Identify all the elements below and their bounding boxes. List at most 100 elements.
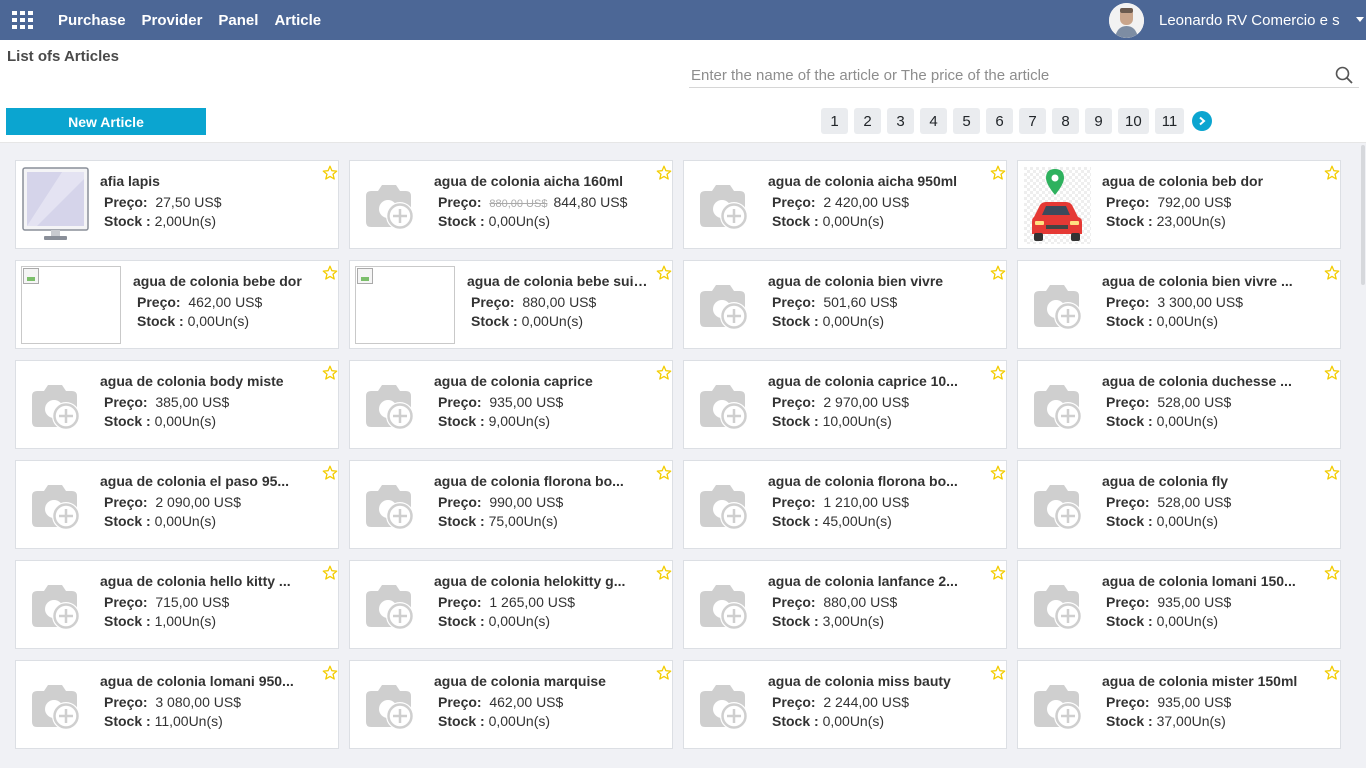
avatar[interactable] xyxy=(1109,2,1144,38)
menu-panel[interactable]: Panel xyxy=(218,12,258,29)
page-8[interactable]: 8 xyxy=(1052,108,1079,134)
price-label: Preço: xyxy=(772,594,816,610)
article-card[interactable]: agua de colonia bebe suice... Preço: 880,… xyxy=(349,260,673,349)
star-icon[interactable] xyxy=(656,165,672,181)
article-card[interactable]: agua de colonia florona bo... Preço: 1 21… xyxy=(683,460,1007,549)
article-card[interactable]: agua de colonia body miste Preço: 385,00 … xyxy=(15,360,339,449)
page-7[interactable]: 7 xyxy=(1019,108,1046,134)
stock-label: Stock : xyxy=(471,313,518,329)
page-10[interactable]: 10 xyxy=(1118,108,1149,134)
article-card[interactable]: agua de colonia fly Preço: 528,00 US$ Stoc… xyxy=(1017,460,1341,549)
article-price-line: Preço: 880,00 US$ xyxy=(772,595,986,610)
article-stock: 2,00Un(s) xyxy=(154,213,217,229)
next-page-icon[interactable] xyxy=(1192,111,1213,131)
article-stock-line: Stock : 3,00Un(s) xyxy=(772,614,986,629)
star-icon[interactable] xyxy=(322,265,338,281)
article-price-line: Preço: 2 244,00 US$ xyxy=(772,695,986,710)
user-name[interactable]: Leonardo RV Comercio e s xyxy=(1159,12,1366,29)
article-stock: 0,00Un(s) xyxy=(822,213,885,229)
article-card[interactable]: agua de colonia florona bo... Preço: 990,… xyxy=(349,460,673,549)
article-card[interactable]: agua de colonia miss bauty Preço: 2 244,0… xyxy=(683,660,1007,749)
star-icon[interactable] xyxy=(1324,565,1340,581)
star-icon[interactable] xyxy=(1324,365,1340,381)
price-label: Preço: xyxy=(1106,394,1150,410)
article-stock-line: Stock : 0,00Un(s) xyxy=(471,314,652,329)
star-icon[interactable] xyxy=(656,665,672,681)
article-card[interactable]: agua de colonia caprice 10... Preço: 2 97… xyxy=(683,360,1007,449)
page-9[interactable]: 9 xyxy=(1085,108,1112,134)
article-card[interactable]: agua de colonia marquise Preço: 462,00 US… xyxy=(349,660,673,749)
article-stock-line: Stock : 37,00Un(s) xyxy=(1106,714,1320,729)
star-icon[interactable] xyxy=(656,365,672,381)
menu-purchase[interactable]: Purchase xyxy=(58,12,126,29)
price-label: Preço: xyxy=(1106,194,1150,210)
user-menu[interactable]: Leonardo RV Comercio e s xyxy=(1109,0,1366,40)
menu-provider[interactable]: Provider xyxy=(142,12,203,29)
star-icon[interactable] xyxy=(322,565,338,581)
page-11[interactable]: 11 xyxy=(1154,108,1185,134)
article-name: agua de colonia duchesse ... xyxy=(1102,373,1292,389)
article-card[interactable]: agua de colonia lomani 150... Preço: 935,… xyxy=(1017,560,1341,649)
star-icon[interactable] xyxy=(322,165,338,181)
article-card[interactable]: agua de colonia aicha 160ml Preço: 880,00… xyxy=(349,160,673,249)
search-input[interactable] xyxy=(691,63,1321,87)
article-card[interactable]: agua de colonia bien vivre Preço: 501,60 … xyxy=(683,260,1007,349)
article-card[interactable]: agua de colonia el paso 95... Preço: 2 09… xyxy=(15,460,339,549)
article-price-line: Preço: 792,00 US$ xyxy=(1106,195,1320,210)
article-card[interactable]: agua de colonia lomani 950... Preço: 3 08… xyxy=(15,660,339,749)
star-icon[interactable] xyxy=(322,365,338,381)
article-card[interactable]: agua de colonia aicha 950ml Preço: 2 420,… xyxy=(683,160,1007,249)
article-card[interactable]: agua de colonia beb dor Preço: 792,00 US$… xyxy=(1017,160,1341,249)
article-info: agua de colonia fly Preço: 528,00 US$ Stoc… xyxy=(1102,472,1320,529)
article-stock: 37,00Un(s) xyxy=(1156,713,1226,729)
new-article-button[interactable]: New Article xyxy=(6,108,206,135)
star-icon[interactable] xyxy=(656,265,672,281)
page-6[interactable]: 6 xyxy=(986,108,1013,134)
scrollbar[interactable] xyxy=(1359,143,1366,768)
stock-label: Stock : xyxy=(772,613,819,629)
star-icon[interactable] xyxy=(990,665,1006,681)
star-icon[interactable] xyxy=(322,665,338,681)
price-label: Preço: xyxy=(772,194,816,210)
car-location-image-icon xyxy=(1024,167,1091,244)
page-1[interactable]: 1 xyxy=(821,108,848,134)
star-icon[interactable] xyxy=(990,465,1006,481)
camera-plus-icon xyxy=(1024,467,1091,544)
article-info: agua de colonia bien vivre Preço: 501,60 … xyxy=(768,272,986,329)
scroll-thumb[interactable] xyxy=(1361,145,1365,285)
star-icon[interactable] xyxy=(1324,465,1340,481)
article-card[interactable]: agua de colonia hello kitty ... Preço: 71… xyxy=(15,560,339,649)
star-icon[interactable] xyxy=(656,465,672,481)
article-card[interactable]: agua de colonia duchesse ... Preço: 528,0… xyxy=(1017,360,1341,449)
search-icon[interactable] xyxy=(1335,66,1353,84)
article-info: agua de colonia body miste Preço: 385,00 … xyxy=(100,372,318,429)
star-icon[interactable] xyxy=(1324,665,1340,681)
article-card[interactable]: agua de colonia bebe dor Preço: 462,00 US… xyxy=(15,260,339,349)
article-card[interactable]: agua de colonia bien vivre ... Preço: 3 3… xyxy=(1017,260,1341,349)
article-card[interactable]: agua de colonia mister 150ml Preço: 935,0… xyxy=(1017,660,1341,749)
star-icon[interactable] xyxy=(1324,165,1340,181)
article-info: agua de colonia lomani 150... Preço: 935,… xyxy=(1102,572,1320,629)
article-card[interactable]: agua de colonia helokitty g... Preço: 1 2… xyxy=(349,560,673,649)
star-icon[interactable] xyxy=(990,265,1006,281)
star-icon[interactable] xyxy=(990,365,1006,381)
page-3[interactable]: 3 xyxy=(887,108,914,134)
star-icon[interactable] xyxy=(1324,265,1340,281)
star-icon[interactable] xyxy=(656,565,672,581)
menu-article[interactable]: Article xyxy=(274,12,321,29)
article-price-line: Preço: 462,00 US$ xyxy=(438,695,652,710)
article-card[interactable]: agua de colonia caprice Preço: 935,00 US$… xyxy=(349,360,673,449)
caret-down-icon[interactable] xyxy=(1356,17,1364,22)
page-2[interactable]: 2 xyxy=(854,108,881,134)
article-name: afia lapis xyxy=(100,173,160,189)
price-label: Preço: xyxy=(438,694,482,710)
star-icon[interactable] xyxy=(990,565,1006,581)
apps-grid-icon[interactable] xyxy=(12,11,33,29)
article-card[interactable]: afia lapis Preço: 27,50 US$ Stock : 2,00Un… xyxy=(15,160,339,249)
article-price-line: Preço: 2 970,00 US$ xyxy=(772,395,986,410)
page-4[interactable]: 4 xyxy=(920,108,947,134)
page-5[interactable]: 5 xyxy=(953,108,980,134)
star-icon[interactable] xyxy=(322,465,338,481)
star-icon[interactable] xyxy=(990,165,1006,181)
article-card[interactable]: agua de colonia lanfance 2... Preço: 880,… xyxy=(683,560,1007,649)
